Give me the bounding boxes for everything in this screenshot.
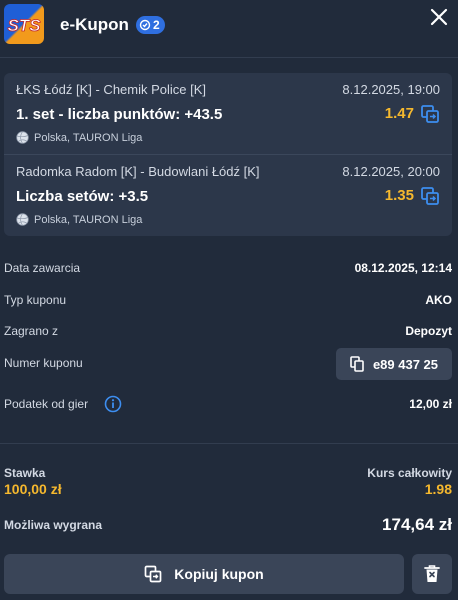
copy-icon xyxy=(350,356,364,372)
bet-item[interactable]: Radomka Radom [K] - Budowlani Łódź [K] 8… xyxy=(4,155,452,236)
tax-value: 12,00 zł xyxy=(409,397,452,411)
possible-win-value: 174,64 zł xyxy=(382,515,452,534)
number-row: Numer kuponu e89 437 25 xyxy=(4,348,452,380)
bet-match: ŁKS Łódź [K] - Chemik Police [K] xyxy=(16,82,207,97)
close-icon xyxy=(430,8,448,26)
tax-row: Podatek od gier 12,00 zł xyxy=(4,392,452,416)
tax-label: Podatek od gier xyxy=(4,397,89,411)
date-row: Data zawarcia 08.12.2025, 12:14 xyxy=(4,256,452,280)
summary-divider xyxy=(0,443,458,444)
page-title: e-Kupon xyxy=(60,15,129,34)
date-label: Data zawarcia xyxy=(4,261,81,275)
type-row: Typ kuponu AKO xyxy=(4,288,452,312)
close-button[interactable] xyxy=(428,6,450,28)
bet-market: Liczba setów: +3.5 xyxy=(16,188,149,205)
coupon-count-badge: 2 xyxy=(136,16,165,34)
stake-label: Stawka xyxy=(4,466,46,480)
sts-logo-text: STS xyxy=(7,16,41,35)
volleyball-icon xyxy=(16,213,29,226)
bet-league-label: Polska, TAURON Liga xyxy=(34,131,143,144)
coupon-header: STS e-Kupon 2 xyxy=(0,0,458,58)
bet-league: Polska, TAURON Liga xyxy=(16,131,142,144)
bet-odds: 1.47 xyxy=(384,105,414,122)
played-label: Zagrano z xyxy=(4,324,59,338)
copy-coupon-icon xyxy=(144,565,162,583)
type-label: Typ kuponu xyxy=(4,293,67,307)
stake-value: 100,00 zł xyxy=(4,481,62,497)
bet-market: 1. set - liczba punktów: +43.5 xyxy=(16,106,223,123)
total-odds-label: Kurs całkowity xyxy=(367,466,452,480)
info-icon[interactable] xyxy=(104,395,122,413)
bet-league-label: Polska, TAURON Liga xyxy=(34,213,143,226)
copy-coupon-number-button[interactable]: e89 437 25 xyxy=(336,348,452,380)
ticket-icon xyxy=(139,19,151,31)
type-value: AKO xyxy=(425,293,452,307)
odds-change-icon[interactable] xyxy=(420,186,440,206)
played-value: Depozyt xyxy=(405,324,452,338)
copy-coupon-label: Kopiuj kupon xyxy=(174,566,264,582)
volleyball-icon xyxy=(16,131,29,144)
bet-league: Polska, TAURON Liga xyxy=(16,213,142,226)
total-odds-value: 1.98 xyxy=(424,481,452,497)
bet-odds: 1.35 xyxy=(384,187,414,204)
bet-datetime: 8.12.2025, 19:00 xyxy=(342,82,440,97)
copy-coupon-button[interactable]: Kopiuj kupon xyxy=(4,554,404,594)
coupon-number-value: e89 437 25 xyxy=(372,356,439,372)
date-value: 08.12.2025, 12:14 xyxy=(354,261,452,275)
bet-datetime: 8.12.2025, 20:00 xyxy=(342,164,440,179)
bets-list: ŁKS Łódź [K] - Chemik Police [K] 8.12.20… xyxy=(4,73,452,236)
sts-logo: STS xyxy=(4,4,44,44)
bet-item[interactable]: ŁKS Łódź [K] - Chemik Police [K] 8.12.20… xyxy=(4,73,452,154)
odds-change-icon[interactable] xyxy=(420,104,440,124)
possible-win-label: Możliwa wygrana xyxy=(4,518,103,532)
played-row: Zagrano z Depozyt xyxy=(4,319,452,343)
coupon-count: 2 xyxy=(153,18,160,32)
delete-coupon-button[interactable] xyxy=(412,554,452,594)
number-label: Numer kuponu xyxy=(4,356,83,370)
bet-match: Radomka Radom [K] - Budowlani Łódź [K] xyxy=(16,164,260,179)
trash-icon xyxy=(424,565,440,582)
